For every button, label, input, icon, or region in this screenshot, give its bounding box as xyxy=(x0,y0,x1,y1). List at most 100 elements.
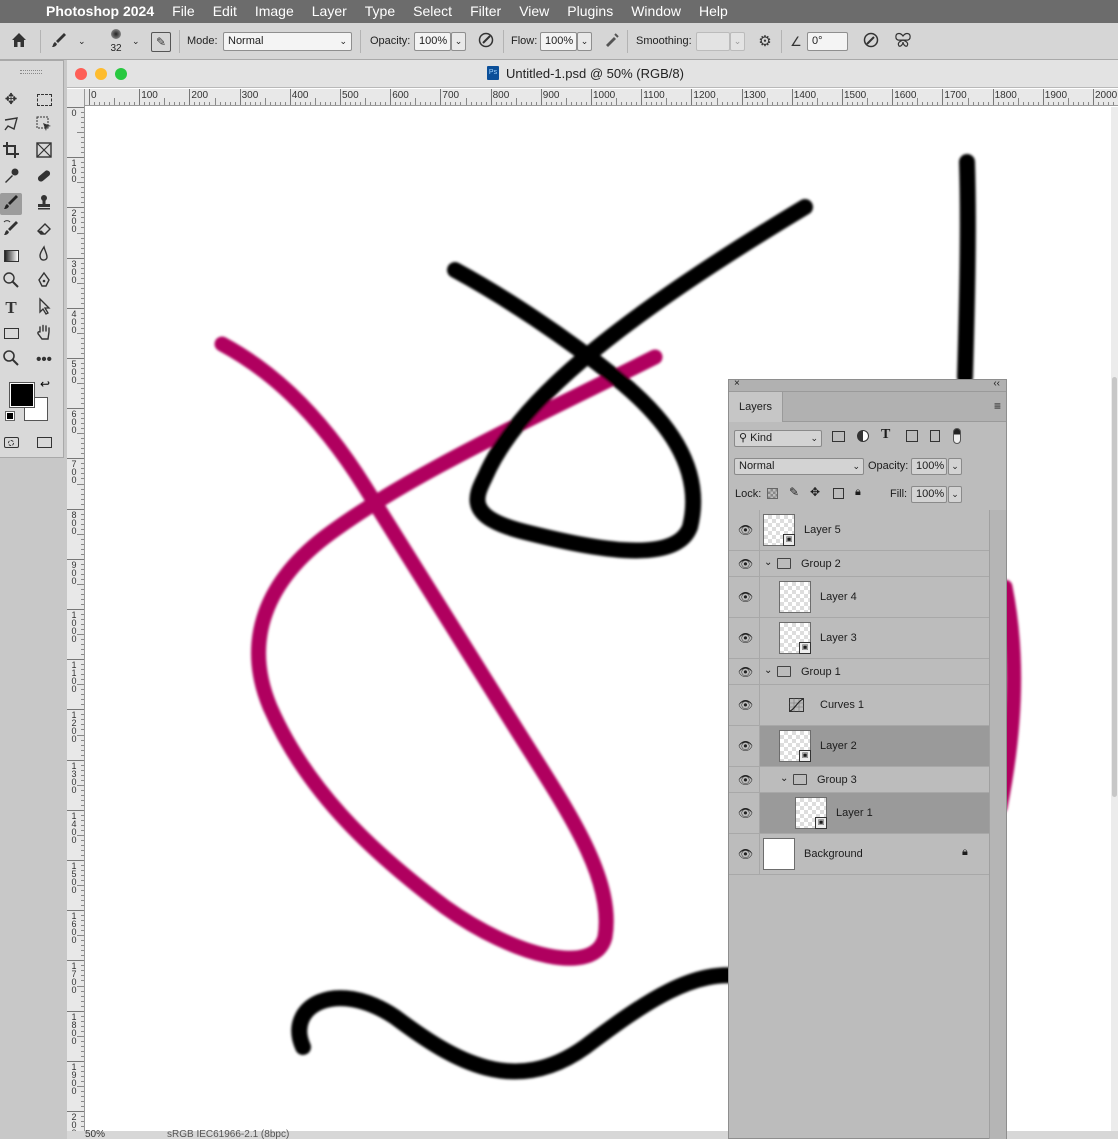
quick-mask-icon[interactable] xyxy=(0,432,22,454)
menu-app[interactable]: Photoshop 2024 xyxy=(40,0,163,23)
crop-tool-icon[interactable] xyxy=(0,141,22,163)
layers-scrollbar[interactable] xyxy=(989,510,1006,1139)
eye-icon[interactable]: 👁︎ xyxy=(738,665,753,679)
more-tools-icon[interactable]: ••• xyxy=(33,349,55,371)
layer-row-layer-3[interactable]: 👁︎ ▣ Layer 3 xyxy=(729,618,989,659)
pen-tool-icon[interactable] xyxy=(33,271,55,293)
close-window-button[interactable] xyxy=(75,68,87,80)
layer-row-group-1[interactable]: 👁︎ ⌄ Group 1 xyxy=(729,659,989,685)
frame-tool-icon[interactable] xyxy=(33,141,55,163)
filter-shape-icon[interactable] xyxy=(906,430,918,442)
symmetry-butterfly-icon[interactable] xyxy=(892,31,914,53)
layer-row-layer-5[interactable]: 👁︎ ▣ Layer 5 xyxy=(729,510,989,551)
collapse-panel-icon[interactable]: ‹‹ xyxy=(993,378,1000,389)
eraser-tool-icon[interactable] xyxy=(33,219,55,241)
filter-smart-object-icon[interactable] xyxy=(930,430,940,442)
gradient-tool-icon[interactable] xyxy=(0,245,22,267)
home-icon[interactable] xyxy=(8,31,30,53)
scroll-thumb[interactable] xyxy=(1112,377,1117,797)
brush-preset-chevron-icon[interactable]: ⌄ xyxy=(78,36,86,47)
path-select-tool-icon[interactable] xyxy=(33,297,55,319)
brush-size-picker[interactable]: 32 xyxy=(104,25,128,55)
lock-all-icon[interactable]: 🔒︎ xyxy=(855,486,861,499)
eye-icon[interactable]: 👁︎ xyxy=(738,739,753,753)
chevron-down-icon[interactable]: ⌄ xyxy=(764,665,772,676)
filter-toggle-switch[interactable] xyxy=(953,428,961,444)
opacity-dropdown[interactable]: ⌄ xyxy=(451,32,466,51)
brush-preset-icon[interactable] xyxy=(48,31,70,53)
zoom-tool-icon[interactable] xyxy=(0,349,22,371)
eyedropper-tool-icon[interactable] xyxy=(0,167,22,189)
eye-icon[interactable]: 👁︎ xyxy=(738,523,753,537)
panel-menu-icon[interactable]: ≡ xyxy=(994,399,1001,413)
filter-type-icon[interactable]: T xyxy=(881,427,890,443)
healing-brush-tool-icon[interactable] xyxy=(33,167,55,189)
lock-transparent-icon[interactable] xyxy=(767,488,778,499)
blend-mode-select[interactable]: Normal ⌄ xyxy=(734,458,864,475)
menu-view[interactable]: View xyxy=(510,0,558,23)
eye-icon[interactable]: 👁︎ xyxy=(738,631,753,645)
smoothing-field[interactable] xyxy=(696,32,730,51)
smoothing-dropdown[interactable]: ⌄ xyxy=(730,32,745,51)
default-colors-icon[interactable] xyxy=(5,411,15,421)
vertical-ruler[interactable]: 0 100 200 300 400 500 600 700 800 900 1000 1100 1200… xyxy=(67,89,85,1139)
zoom-window-button[interactable] xyxy=(115,68,127,80)
eye-icon[interactable]: 👁︎ xyxy=(738,698,753,712)
menu-edit[interactable]: Edit xyxy=(204,0,246,23)
panel-header[interactable]: × ‹‹ xyxy=(729,378,1006,392)
eye-icon[interactable]: 👁︎ xyxy=(738,806,753,820)
marquee-tool-icon[interactable] xyxy=(33,89,55,111)
lock-position-icon[interactable]: ✥ xyxy=(810,485,820,499)
blur-tool-icon[interactable] xyxy=(33,245,55,267)
eye-icon[interactable]: 👁︎ xyxy=(738,557,753,571)
chevron-down-icon[interactable]: ⌄ xyxy=(780,773,788,784)
layer-row-layer-2[interactable]: 👁︎ ▣ Layer 2 xyxy=(729,726,989,767)
filter-pixel-icon[interactable] xyxy=(832,431,845,442)
layer-opacity-dropdown[interactable]: ⌄ xyxy=(948,458,962,475)
layer-opacity-field[interactable]: 100% xyxy=(911,458,947,475)
foreground-color-swatch-top[interactable] xyxy=(9,382,35,408)
menu-layer[interactable]: Layer xyxy=(303,0,356,23)
zoom-level[interactable]: 50% xyxy=(85,1129,105,1139)
eye-icon[interactable]: 👁︎ xyxy=(738,847,753,861)
menu-image[interactable]: Image xyxy=(246,0,303,23)
tab-layers[interactable]: Layers xyxy=(729,392,783,422)
layer-row-layer-1[interactable]: 👁︎ ▣ Layer 1 xyxy=(729,793,989,834)
brush-tool-icon[interactable] xyxy=(0,193,22,215)
eye-icon[interactable]: 👁︎ xyxy=(738,773,753,787)
minimize-window-button[interactable] xyxy=(95,68,107,80)
menu-filter[interactable]: Filter xyxy=(461,0,510,23)
angle-field[interactable]: 0° xyxy=(807,32,848,51)
layer-row-curves-1[interactable]: 👁︎ Curves 1 xyxy=(729,685,989,726)
lock-icon[interactable]: 🔒︎ xyxy=(962,846,968,859)
menu-file[interactable]: File xyxy=(163,0,204,23)
chevron-down-icon[interactable]: ⌄ xyxy=(764,557,772,568)
swap-colors-icon[interactable]: ↩ xyxy=(40,377,50,391)
layer-row-background[interactable]: 👁︎ Background 🔒︎ xyxy=(729,834,989,875)
object-select-tool-icon[interactable] xyxy=(33,115,55,137)
layer-row-layer-4[interactable]: 👁︎ Layer 4 xyxy=(729,577,989,618)
hand-tool-icon[interactable] xyxy=(33,323,55,345)
toolbar-grip[interactable] xyxy=(20,70,42,74)
canvas-vertical-scrollbar[interactable] xyxy=(1111,107,1118,1131)
menu-type[interactable]: Type xyxy=(356,0,404,23)
filter-adjustment-icon[interactable] xyxy=(857,430,869,442)
rectangle-tool-icon[interactable] xyxy=(0,323,22,345)
flow-dropdown[interactable]: ⌄ xyxy=(577,32,592,51)
menu-select[interactable]: Select xyxy=(404,0,461,23)
menu-window[interactable]: Window xyxy=(622,0,690,23)
menu-help[interactable]: Help xyxy=(690,0,737,23)
screen-mode-icon[interactable] xyxy=(33,432,55,454)
gear-icon[interactable]: ⚙ xyxy=(754,31,776,53)
horizontal-ruler[interactable]: 0 100 200 300 400 500 600 700 800 900 1000 1100 1200… xyxy=(85,89,1118,106)
history-brush-tool-icon[interactable] xyxy=(0,219,22,241)
brush-settings-icon[interactable]: ✎ xyxy=(151,32,171,52)
document-profile[interactable]: sRGB IEC61966-2.1 (8bpc) xyxy=(167,1129,289,1139)
lock-artboard-icon[interactable] xyxy=(833,488,844,499)
layer-fill-field[interactable]: 100% xyxy=(911,486,947,503)
opacity-field[interactable]: 100% xyxy=(414,32,451,51)
layer-row-group-2[interactable]: 👁︎ ⌄ Group 2 xyxy=(729,551,989,577)
pressure-opacity-icon[interactable] xyxy=(475,31,497,53)
type-tool-icon[interactable]: T xyxy=(0,297,22,319)
move-tool-icon[interactable]: ✥ xyxy=(0,89,22,111)
